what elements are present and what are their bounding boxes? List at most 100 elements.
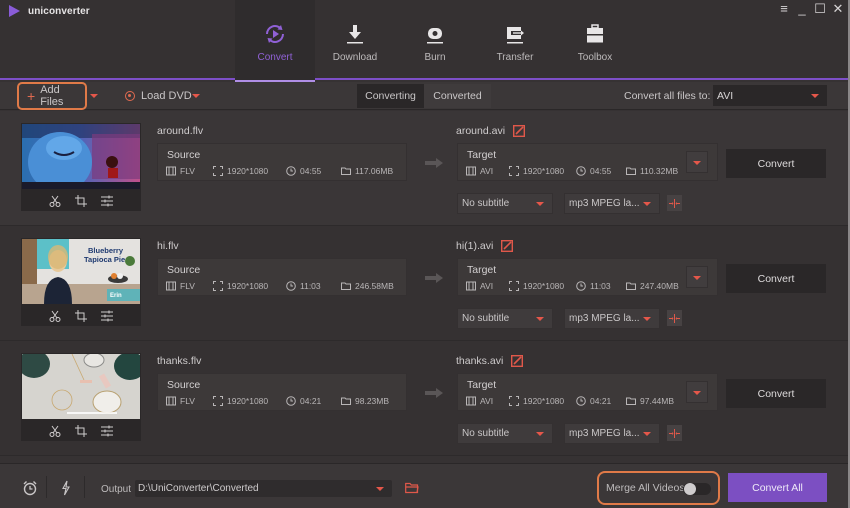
menu-icon[interactable]: ≡ [778, 2, 790, 16]
edit-icon[interactable] [513, 125, 526, 137]
resolution-icon [213, 166, 223, 176]
clock-icon [576, 166, 586, 176]
source-title: Source [167, 379, 201, 391]
adjust-icon[interactable] [101, 425, 113, 437]
nav-convert-label: Convert [257, 52, 293, 63]
audio-track-select[interactable]: mp3 MPEG la... [564, 423, 660, 444]
source-format: FLV [166, 281, 195, 291]
nav-toolbox[interactable]: Toolbox [555, 0, 635, 80]
chevron-down-icon [643, 432, 651, 436]
arrow-right-icon [425, 158, 443, 168]
target-filename: hi(1).avi [456, 240, 494, 252]
subtitle-select[interactable]: No subtitle [457, 308, 553, 329]
add-files-label: Add Files [40, 84, 64, 108]
convert-button[interactable]: Convert [726, 264, 826, 293]
convert-all-format-select[interactable]: AVI [713, 85, 827, 106]
chevron-down-icon [376, 487, 384, 491]
open-folder-icon[interactable] [405, 482, 419, 494]
split-icon [669, 313, 680, 323]
adjust-icon[interactable] [101, 195, 113, 207]
scissors-icon[interactable] [49, 310, 61, 322]
arrow-right-icon [425, 388, 443, 398]
target-format-dropdown[interactable] [686, 381, 708, 403]
main-nav: Convert Download Burn Transfer Toolbox [235, 0, 635, 82]
convert-all-button[interactable]: Convert All [728, 473, 827, 502]
app-window: uniconverter ≡ _ ☐ ✕ Convert Download Bu… [0, 0, 850, 508]
chevron-down-icon [811, 94, 819, 98]
film-icon [466, 396, 476, 406]
convert-icon [266, 25, 284, 43]
alarm-clock-icon[interactable] [22, 480, 38, 496]
convert-button[interactable]: Convert [726, 149, 826, 178]
add-files-button[interactable]: + Add Files [17, 82, 87, 110]
subtitle-select[interactable]: No subtitle [457, 193, 553, 214]
target-info-box: Target AVI 1920*1080 04:55 110.32MB [457, 143, 718, 181]
audio-track-select[interactable]: mp3 MPEG la... [564, 193, 660, 214]
resolution-icon [509, 166, 519, 176]
nav-burn[interactable]: Burn [395, 0, 475, 80]
load-dvd-button[interactable]: Load DVD [125, 82, 192, 110]
scissors-icon[interactable] [49, 425, 61, 437]
scissors-icon[interactable] [49, 195, 61, 207]
source-title: Source [167, 149, 201, 161]
crop-icon[interactable] [75, 310, 87, 322]
target-format-dropdown[interactable] [686, 151, 708, 173]
film-icon [166, 396, 176, 406]
minimize-icon[interactable]: _ [796, 2, 808, 16]
lightning-icon[interactable] [58, 480, 74, 496]
tab-converted[interactable]: Converted [424, 84, 491, 108]
target-format-dropdown[interactable] [686, 266, 708, 288]
chevron-down-icon [643, 202, 651, 206]
video-thumbnail[interactable]: Blueberry Tapioca Pie Erin [22, 239, 140, 304]
clock-icon [576, 396, 586, 406]
audio-track-select[interactable]: mp3 MPEG la... [564, 308, 660, 329]
merge-label: Merge All Videos [606, 482, 685, 494]
edit-icon[interactable] [501, 240, 514, 252]
target-title: Target [467, 264, 497, 276]
chevron-down-icon [693, 161, 701, 165]
subtitle-select[interactable]: No subtitle [457, 423, 553, 444]
close-icon[interactable]: ✕ [832, 2, 844, 16]
source-filename: around.flv [157, 125, 204, 137]
edit-icon[interactable] [511, 355, 524, 367]
clock-icon [286, 281, 296, 291]
convert-button[interactable]: Convert [726, 379, 826, 408]
crop-icon[interactable] [75, 425, 87, 437]
merge-toggle[interactable] [683, 483, 711, 495]
resolution-icon [509, 281, 519, 291]
thumbnail-panel [21, 353, 141, 441]
tab-converting[interactable]: Converting [357, 84, 424, 108]
crop-icon[interactable] [75, 195, 87, 207]
nav-transfer[interactable]: Transfer [475, 0, 555, 80]
load-dvd-dropdown-icon[interactable] [192, 94, 200, 98]
split-button[interactable] [667, 425, 682, 441]
divider [46, 476, 47, 498]
nav-download[interactable]: Download [315, 0, 395, 80]
source-format: FLV [166, 166, 195, 176]
download-icon [347, 25, 363, 44]
source-size: 98.23MB [341, 396, 389, 406]
split-icon [669, 428, 680, 438]
target-duration: 04:21 [576, 396, 611, 406]
split-button[interactable] [667, 195, 682, 211]
target-resolution: 1920*1080 [509, 281, 564, 291]
target-filename-row: around.avi [456, 125, 526, 137]
toggle-knob [684, 483, 696, 495]
video-thumbnail[interactable] [22, 354, 140, 419]
file-row: thanks.flv Source FLV 1920*1080 04:21 98… [0, 341, 848, 456]
adjust-icon[interactable] [101, 310, 113, 322]
folder-icon [341, 282, 351, 290]
add-files-dropdown-icon[interactable] [90, 94, 98, 98]
source-duration: 04:21 [286, 396, 321, 406]
logo-icon [9, 5, 20, 17]
thumbnail-image [22, 354, 140, 419]
folder-icon [626, 167, 636, 175]
maximize-icon[interactable]: ☐ [814, 2, 826, 16]
clock-icon [286, 166, 296, 176]
resolution-icon [213, 281, 223, 291]
split-button[interactable] [667, 310, 682, 326]
output-path-select[interactable]: D:\UniConverter\Converted [135, 480, 392, 497]
nav-convert[interactable]: Convert [235, 0, 315, 82]
video-thumbnail[interactable] [22, 124, 140, 189]
app-logo: uniconverter [8, 5, 90, 17]
